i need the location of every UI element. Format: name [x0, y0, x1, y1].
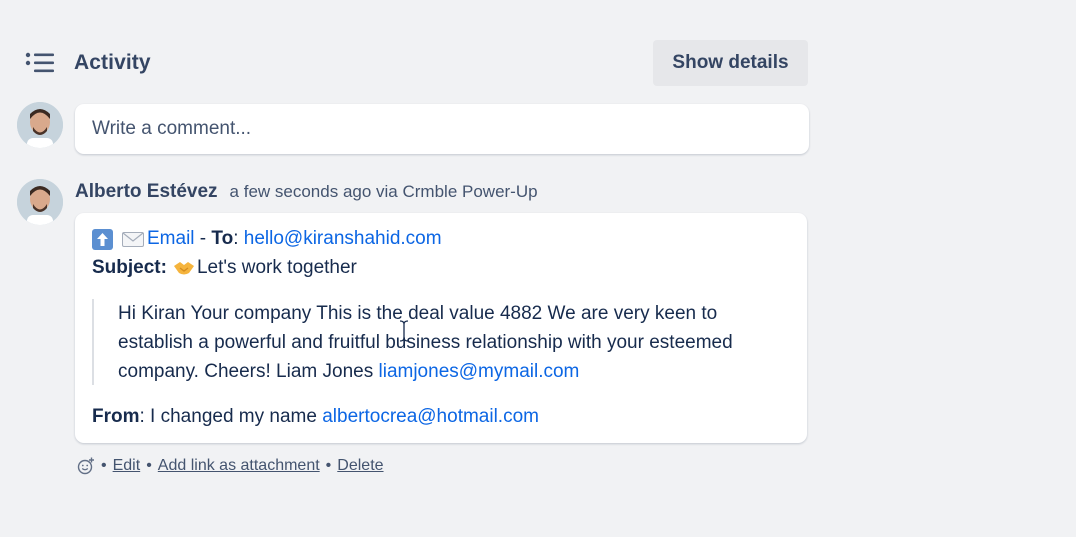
comment-input[interactable] [75, 118, 809, 140]
delete-link[interactable]: Delete [337, 457, 383, 475]
to-address-link[interactable]: hello@kiranshahid.com [244, 228, 442, 250]
from-line: From : I changed my name albertocrea@hot… [92, 405, 539, 429]
entry-timestamp[interactable]: a few seconds ago via Crmble Power-Up [230, 182, 538, 202]
envelope-icon [122, 231, 144, 247]
subject-colon: : [160, 257, 167, 278]
comment-box[interactable] [75, 104, 809, 154]
text-cursor-icon [399, 320, 409, 342]
author-name[interactable]: Alberto Estévez [75, 181, 218, 203]
body-email-link[interactable]: liamjones@mymail.com [379, 361, 580, 382]
to-separator: - [194, 228, 212, 249]
action-separator: • [101, 457, 107, 474]
action-separator: • [325, 457, 332, 474]
subject-text: Let's work together [196, 257, 357, 278]
to-label: To [211, 228, 234, 249]
email-body-quote: Hi Kiran Your company This is the deal v… [92, 299, 782, 385]
from-address-link[interactable]: albertocrea@hotmail.com [322, 406, 539, 428]
add-reaction-icon[interactable] [77, 457, 95, 475]
activity-list-icon [24, 51, 58, 75]
activity-entry-meta: Alberto Estévez a few seconds ago via Cr… [75, 181, 538, 205]
add-link-as-attachment-link[interactable]: Add link as attachment [158, 457, 320, 475]
email-type-link[interactable]: Email [147, 228, 195, 250]
from-label: From [92, 406, 140, 427]
to-colon: : [233, 228, 244, 249]
subject-label: Subject [92, 257, 161, 278]
show-details-button[interactable]: Show details [653, 40, 808, 86]
action-separator: • [146, 457, 152, 474]
activity-header: Activity Show details [24, 40, 808, 86]
handshake-icon [173, 260, 195, 276]
edit-link[interactable]: Edit [113, 457, 141, 475]
email-header-line: Email - To : hello@kiranshahid.com [92, 227, 442, 251]
from-text: I changed my name [144, 406, 323, 427]
author-avatar[interactable] [17, 179, 63, 225]
current-user-avatar[interactable] [17, 102, 63, 148]
activity-title: Activity [74, 51, 151, 74]
subject-line: Subject : Let's work together [92, 256, 357, 280]
email-card: Email - To : hello@kiranshahid.com Subje… [75, 213, 807, 443]
upload-arrow-icon [92, 228, 113, 250]
entry-actions: • Edit • Add link as attachment • Delete [77, 455, 384, 477]
